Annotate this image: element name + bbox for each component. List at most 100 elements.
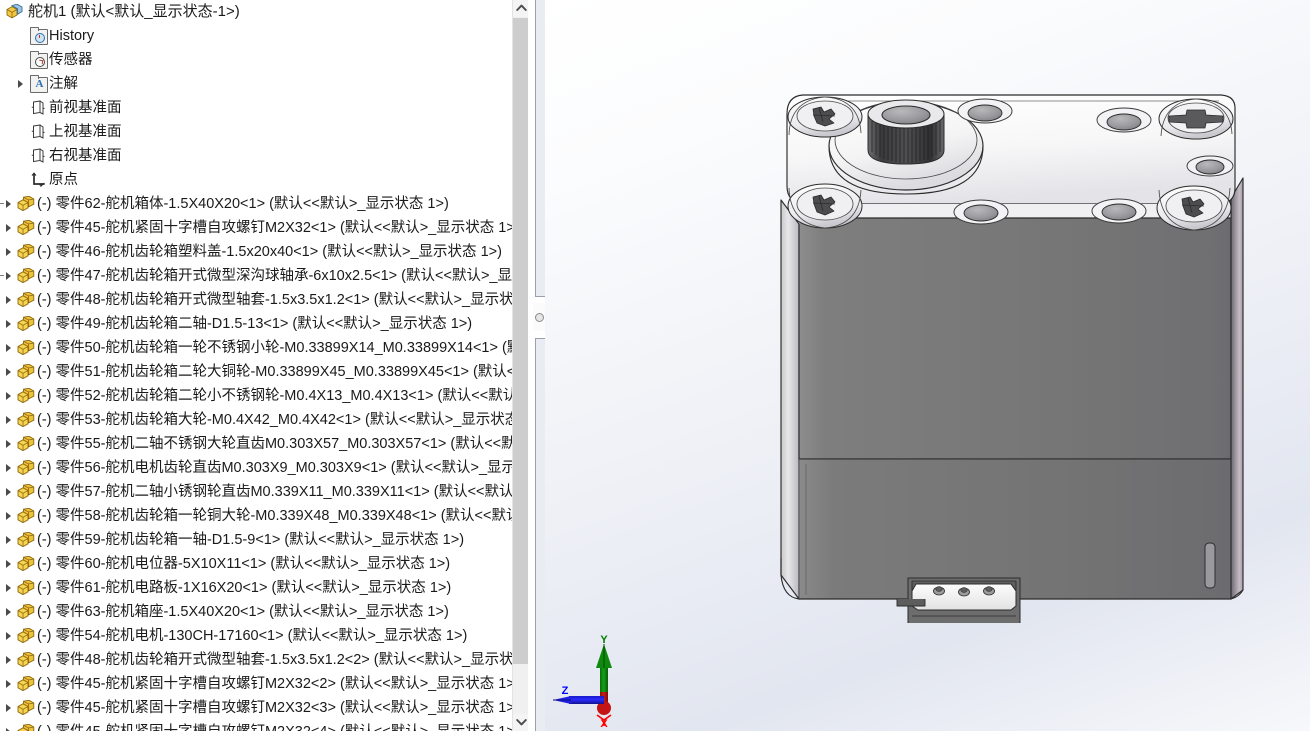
tree-expander-arrow[interactable] <box>2 600 15 624</box>
tree-expander-arrow[interactable] <box>2 624 15 648</box>
component-icon <box>17 339 35 356</box>
triad-z-label: Z <box>562 685 569 697</box>
component-icon <box>17 483 35 500</box>
tree-item-label: 注解 <box>49 76 78 92</box>
tree-item[interactable]: (-) 零件52-舵机齿轮箱二轮小不锈钢轮-M0.4X13_M0.4X13<1>… <box>0 384 529 408</box>
tree-expander-arrow[interactable] <box>2 504 15 528</box>
screw-top-right <box>1158 98 1234 140</box>
tree-expander-arrow[interactable] <box>2 192 15 216</box>
screw-bottom-right <box>1156 185 1232 231</box>
tree-item[interactable]: (-) 零件60-舵机电位器-5X10X11<1> (默认<<默认>_显示状态 … <box>0 552 529 576</box>
triad-y-label: Y <box>600 634 608 646</box>
tree-item[interactable]: (-) 零件57-舵机二轴小锈钢轮直齿M0.339X11_M0.339X11<1… <box>0 480 529 504</box>
triad-z-axis: Z <box>553 685 604 704</box>
tree-expander-arrow[interactable] <box>2 720 15 731</box>
tree-item[interactable]: (-) 零件62-舵机箱体-1.5X40X20<1> (默认<<默认>_显示状态… <box>0 192 529 216</box>
annotations-folder-icon: A <box>27 72 49 96</box>
tree-expander-arrow[interactable] <box>2 384 15 408</box>
tree-item-label: 传感器 <box>49 52 93 68</box>
tree-item[interactable]: (-) 零件48-舵机齿轮箱开式微型轴套-1.5x3.5x1.2<2> (默认<… <box>0 648 529 672</box>
splitter-lower-track <box>535 338 545 731</box>
tree-item[interactable]: (-) 零件58-舵机齿轮箱一轮铜大轮-M0.339X48_M0.339X48<… <box>0 504 529 528</box>
servo-assembly-model[interactable] <box>773 78 1253 623</box>
tree-item[interactable]: (-) 零件48-舵机齿轮箱开式微型轴套-1.5x3.5x1.2<1> (默认<… <box>0 288 529 312</box>
tree-expander-arrow[interactable] <box>2 528 15 552</box>
component-icon <box>17 651 35 668</box>
reference-plane-icon <box>31 148 45 164</box>
tree-item[interactable]: 原点 <box>0 168 529 192</box>
tree-expander-arrow[interactable] <box>14 72 27 96</box>
tree-item[interactable]: (-) 零件54-舵机电机-130CH-17160<1> (默认<<默认>_显示… <box>0 624 529 648</box>
tree-expander-arrow[interactable] <box>2 696 15 720</box>
tree-item[interactable]: (-) 零件63-舵机箱座-1.5X40X20<1> (默认<<默认>_显示状态… <box>0 600 529 624</box>
tree-item-label: 舵机1 (默认<默认_显示状态-1>) <box>28 3 240 20</box>
tree-item[interactable]: (-) 零件61-舵机电路板-1X16X20<1> (默认<<默认>_显示状态 … <box>0 576 529 600</box>
tree-scroll-viewport[interactable]: 舵机1 (默认<默认_显示状态-1>) History 传感器 A 注解 前视基准面 上视基… <box>0 0 529 731</box>
tree-expander-arrow[interactable] <box>2 240 15 264</box>
tree-vertical-scrollbar[interactable] <box>512 0 529 731</box>
tree-expander-arrow <box>14 120 27 144</box>
tree-item[interactable]: History <box>0 24 529 48</box>
tree-item[interactable]: 前视基准面 <box>0 96 529 120</box>
tree-expander-arrow[interactable] <box>2 576 15 600</box>
tree-expander-arrow[interactable] <box>2 480 15 504</box>
tree-item-label: (-) 零件62-舵机箱体-1.5X40X20<1> (默认<<默认>_显示状态… <box>37 196 449 212</box>
tree-item-label: (-) 零件63-舵机箱座-1.5X40X20<1> (默认<<默认>_显示状态… <box>37 604 449 620</box>
tree-item[interactable]: (-) 零件55-舵机二轴不锈钢大轮直齿M0.303X57_M0.303X57<… <box>0 432 529 456</box>
tree-item[interactable]: (-) 零件59-舵机齿轮箱一轴-D1.5-9<1> (默认<<默认>_显示状态… <box>0 528 529 552</box>
tree-expander-arrow[interactable] <box>2 336 15 360</box>
panel-splitter[interactable] <box>528 0 545 731</box>
tree-item[interactable]: (-) 零件53-舵机齿轮箱大轮-M0.4X42_M0.4X42<1> (默认<… <box>0 408 529 432</box>
component-icon <box>17 555 35 572</box>
component-icon <box>15 360 37 384</box>
component-icon <box>15 624 37 648</box>
tree-item[interactable]: A 注解 <box>0 72 529 96</box>
graphics-viewport[interactable]: Y X Z <box>545 0 1310 731</box>
tree-expander-arrow[interactable] <box>2 408 15 432</box>
reference-plane-icon <box>27 120 49 144</box>
tree-item[interactable]: (-) 零件51-舵机齿轮箱二轮大铜轮-M0.33899X45_M0.33899… <box>0 360 529 384</box>
tree-item-label: (-) 零件47-舵机齿轮箱开式微型深沟球轴承-6x10x2.5<1> (默认<… <box>37 268 529 284</box>
tree-item[interactable]: (-) 零件45-舵机紧固十字槽自攻螺钉M2X32<3> (默认<<默认>_显示… <box>0 696 529 720</box>
panel-splitter-handle[interactable] <box>533 303 545 331</box>
tree-expander-arrow[interactable] <box>2 216 15 240</box>
reference-plane-icon <box>31 124 45 140</box>
tree-item[interactable]: (-) 零件45-舵机紧固十字槽自攻螺钉M2X32<1> (默认<<默认>_显示… <box>0 216 529 240</box>
tree-item[interactable]: (-) 零件45-舵机紧固十字槽自攻螺钉M2X32<4> (默认<<默认>_显示… <box>0 720 529 731</box>
tree-item[interactable]: (-) 零件45-舵机紧固十字槽自攻螺钉M2X32<2> (默认<<默认>_显示… <box>0 672 529 696</box>
screw-top-left <box>787 96 863 138</box>
tree-item[interactable]: (-) 零件46-舵机齿轮箱塑料盖-1.5x20x40<1> (默认<<默认>_… <box>0 240 529 264</box>
scroll-down-icon[interactable] <box>513 714 529 731</box>
tree-item[interactable]: (-) 零件56-舵机电机齿轮直齿M0.303X9_M0.303X9<1> (默… <box>0 456 529 480</box>
tree-expander-arrow[interactable] <box>2 264 15 288</box>
tree-item[interactable]: (-) 零件47-舵机齿轮箱开式微型深沟球轴承-6x10x2.5<1> (默认<… <box>0 264 529 288</box>
tree-item-label: (-) 零件48-舵机齿轮箱开式微型轴套-1.5x3.5x1.2<1> (默认<… <box>37 292 529 308</box>
tree-item-label: (-) 零件50-舵机齿轮箱一轮不锈钢小轮-M0.33899X14_M0.338… <box>37 340 529 356</box>
tree-item-label: (-) 零件57-舵机二轴小锈钢轮直齿M0.339X11_M0.339X11<1… <box>37 484 529 500</box>
component-icon <box>15 384 37 408</box>
component-icon <box>17 267 35 284</box>
tree-item[interactable]: (-) 零件49-舵机齿轮箱二轴-D1.5-13<1> (默认<<默认>_显示状… <box>0 312 529 336</box>
tree-item-label: (-) 零件59-舵机齿轮箱一轴-D1.5-9<1> (默认<<默认>_显示状态… <box>37 532 465 548</box>
tree-scrollbar-thumb[interactable] <box>513 18 529 664</box>
scroll-up-icon[interactable] <box>513 0 529 17</box>
tree-expander-arrow[interactable] <box>2 456 15 480</box>
tree-item-label: (-) 零件60-舵机电位器-5X10X11<1> (默认<<默认>_显示状态 … <box>37 556 451 572</box>
component-icon <box>15 312 37 336</box>
component-icon <box>15 240 37 264</box>
tree-expander-arrow[interactable] <box>2 360 15 384</box>
tree-item[interactable]: 上视基准面 <box>0 120 529 144</box>
tree-root-item[interactable]: 舵机1 (默认<默认_显示状态-1>) <box>0 0 529 24</box>
tree-expander-arrow[interactable] <box>2 672 15 696</box>
tree-item[interactable]: 传感器 <box>0 48 529 72</box>
tree-item-label: (-) 零件45-舵机紧固十字槽自攻螺钉M2X32<1> (默认<<默认>_显示… <box>37 220 520 236</box>
component-icon <box>17 699 35 716</box>
reference-plane-icon <box>27 96 49 120</box>
tree-expander-arrow[interactable] <box>2 288 15 312</box>
tree-expander-arrow[interactable] <box>2 648 15 672</box>
tree-item[interactable]: (-) 零件50-舵机齿轮箱一轮不锈钢小轮-M0.33899X14_M0.338… <box>0 336 529 360</box>
tree-expander-arrow[interactable] <box>2 552 15 576</box>
tree-expander-arrow[interactable] <box>2 432 15 456</box>
tree-item[interactable]: 右视基准面 <box>0 144 529 168</box>
tree-expander-arrow[interactable] <box>2 312 15 336</box>
